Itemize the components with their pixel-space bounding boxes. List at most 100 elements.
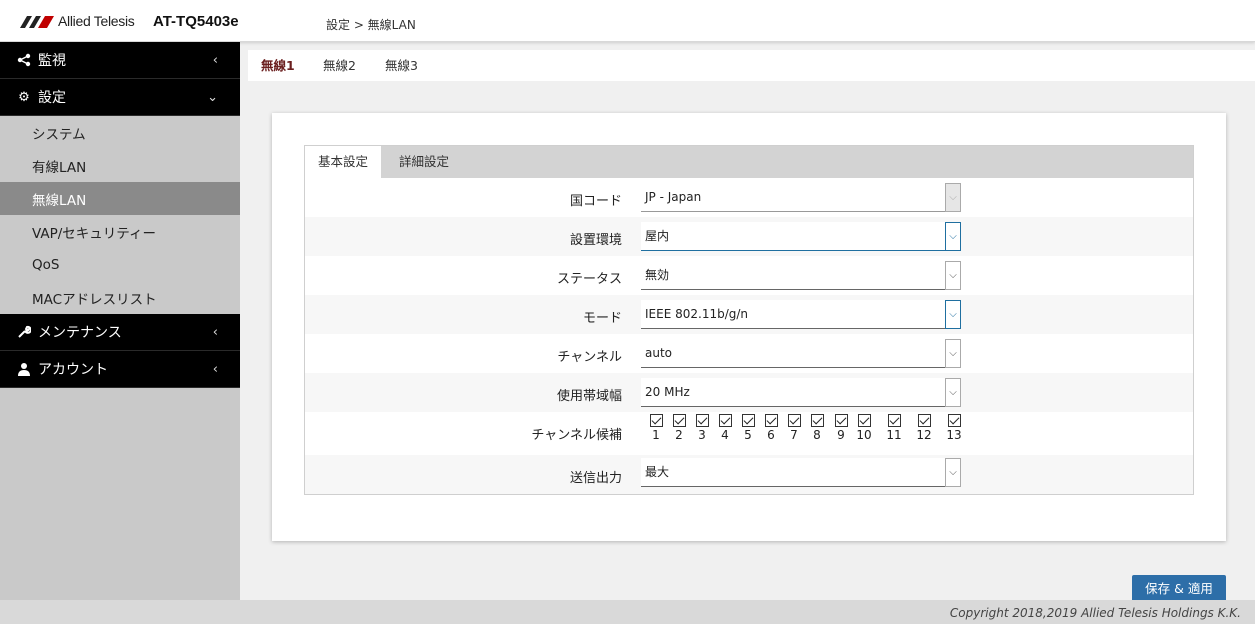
sidebar: 監視 ‹ ⚙ 設定 ⌄ システム 有線LAN 無線LAN VAP/セキュリティー…: [0, 42, 240, 600]
channel-select[interactable]: auto ⌵: [641, 339, 961, 368]
channel-number: 10: [856, 428, 872, 442]
channel-checkbox[interactable]: 2: [671, 414, 687, 442]
sidebar-item-label: メンテナンス: [38, 325, 122, 341]
sidebar-item-account[interactable]: アカウント ‹: [0, 351, 240, 388]
checkbox-checked-icon: [787, 414, 801, 427]
country-select[interactable]: JP - Japan ⌵: [641, 183, 961, 212]
sidebar-item-label: 監視: [38, 53, 66, 69]
channel-number: 8: [813, 428, 821, 442]
channel-checkbox[interactable]: 5: [740, 414, 756, 442]
mode-select[interactable]: IEEE 802.11b/g/n ⌵: [641, 300, 961, 329]
sidebar-item-label: 設定: [38, 90, 66, 106]
channel-checkbox[interactable]: 4: [717, 414, 733, 442]
tab-advanced-settings[interactable]: 詳細設定: [386, 146, 462, 178]
channel-candidates-row: チャンネル候補 1 2 3 4 5 6 7 8 9 10 11 12 13: [305, 412, 1193, 451]
environment-row: 設置環境 屋内 ⌵: [305, 217, 1193, 256]
environment-select[interactable]: 屋内 ⌵: [641, 222, 961, 251]
tab-radio-3[interactable]: 無線3: [385, 50, 418, 81]
sidebar-sub-qos[interactable]: QoS: [0, 248, 240, 281]
checkbox-checked-icon: [741, 414, 755, 427]
mode-value: IEEE 802.11b/g/n: [645, 307, 749, 321]
tab-radio-1[interactable]: 無線1: [261, 50, 295, 81]
sidebar-item-monitor[interactable]: 監視 ‹: [0, 42, 240, 79]
sidebar-item-maintenance[interactable]: メンテナンス ‹: [0, 314, 240, 351]
environment-value: 屋内: [645, 229, 670, 243]
user-icon: [16, 361, 32, 377]
channel-row: チャンネル auto ⌵: [305, 334, 1193, 373]
channel-checkbox[interactable]: 7: [786, 414, 802, 442]
status-value: 無効: [645, 268, 670, 282]
status-row: ステータス 無効 ⌵: [305, 256, 1193, 295]
channel-number: 2: [675, 428, 683, 442]
sidebar-item-settings[interactable]: ⚙ 設定 ⌄: [0, 79, 240, 116]
sidebar-sub-system[interactable]: システム: [0, 116, 240, 149]
sidebar-sub-vap-security[interactable]: VAP/セキュリティー: [0, 215, 240, 248]
copyright: Copyright 2018,2019 Allied Telesis Holdi…: [949, 606, 1241, 620]
channel-checkbox[interactable]: 1: [648, 414, 664, 442]
checkbox-checked-icon: [649, 414, 663, 427]
channel-checkbox[interactable]: 10: [856, 414, 872, 442]
channel-checkbox[interactable]: 11: [886, 414, 902, 442]
tab-radio-2[interactable]: 無線2: [323, 50, 356, 81]
country-value: JP - Japan: [645, 190, 702, 204]
channel-number: 9: [837, 428, 845, 442]
status-select[interactable]: 無効 ⌵: [641, 261, 961, 290]
channel-number: 1: [652, 428, 660, 442]
channel-checkbox[interactable]: 6: [763, 414, 779, 442]
settings-form: 基本設定 詳細設定 国コード JP - Japan ⌵ 設置環境 屋内 ⌵ ステ…: [304, 145, 1194, 495]
channel-checkbox[interactable]: 13: [946, 414, 962, 442]
channel-candidates-checkboxes: 1 2 3 4 5 6 7 8 9 10 11 12 13: [641, 414, 981, 451]
channel-checkbox[interactable]: 8: [809, 414, 825, 442]
bandwidth-label: 使用帯域幅: [556, 389, 622, 404]
checkbox-checked-icon: [857, 414, 871, 427]
gear-icon: ⚙: [18, 89, 30, 105]
tx-power-select[interactable]: 最大 ⌵: [641, 458, 961, 487]
tx-power-label: 送信出力: [569, 471, 622, 486]
chevron-down-icon: ⌵: [945, 261, 961, 290]
chevron-down-icon: ⌄: [207, 90, 218, 105]
channel-number: 3: [698, 428, 706, 442]
share-icon: [16, 52, 32, 68]
channel-number: 4: [721, 428, 729, 442]
checkbox-checked-icon: [718, 414, 732, 427]
checkbox-checked-icon: [672, 414, 686, 427]
chevron-left-icon: ‹: [212, 53, 218, 68]
channel-checkbox[interactable]: 12: [916, 414, 932, 442]
chevron-down-icon: ⌵: [945, 183, 961, 212]
brand-name: Allied Telesis: [58, 13, 135, 29]
checkbox-checked-icon: [834, 414, 848, 427]
channel-checkbox[interactable]: 9: [833, 414, 849, 442]
chevron-down-icon: ⌵: [945, 300, 961, 329]
channel-number: 13: [946, 428, 962, 442]
save-apply-button[interactable]: 保存 & 適用: [1132, 575, 1226, 602]
allied-telesis-logo-icon: [20, 16, 54, 28]
channel-checkbox[interactable]: 3: [694, 414, 710, 442]
checkbox-checked-icon: [764, 414, 778, 427]
mode-row: モード IEEE 802.11b/g/n ⌵: [305, 295, 1193, 334]
radio-tabs: 無線1 無線2 無線3: [248, 50, 1255, 81]
checkbox-checked-icon: [695, 414, 709, 427]
channel-number: 5: [744, 428, 752, 442]
channel-label: チャンネル: [557, 350, 622, 365]
footer: Copyright 2018,2019 Allied Telesis Holdi…: [0, 600, 1255, 624]
sidebar-sub-wired-lan[interactable]: 有線LAN: [0, 149, 240, 182]
country-label: 国コード: [569, 194, 622, 209]
device-model: AT-TQ5403e: [153, 13, 239, 30]
sidebar-sub-wireless-lan[interactable]: 無線LAN: [0, 182, 240, 215]
tab-basic-settings[interactable]: 基本設定: [305, 146, 382, 178]
sidebar-sub-mac-address-list[interactable]: MACアドレスリスト: [0, 281, 240, 314]
sub-tabs: 基本設定 詳細設定: [305, 146, 1193, 178]
brand-logo[interactable]: Allied Telesis: [20, 13, 135, 29]
channel-number: 7: [790, 428, 798, 442]
sidebar-item-label: アカウント: [38, 362, 108, 378]
chevron-down-icon: ⌵: [945, 339, 961, 368]
checkbox-checked-icon: [810, 414, 824, 427]
checkbox-checked-icon: [917, 414, 931, 427]
channel-number: 11: [886, 428, 902, 442]
country-row: 国コード JP - Japan ⌵: [305, 178, 1193, 217]
breadcrumb: 設定 > 無線LAN: [326, 18, 416, 32]
bandwidth-select[interactable]: 20 MHz ⌵: [641, 378, 961, 407]
chevron-left-icon: ‹: [212, 325, 218, 340]
checkbox-checked-icon: [947, 414, 961, 427]
chevron-down-icon: ⌵: [945, 458, 961, 487]
